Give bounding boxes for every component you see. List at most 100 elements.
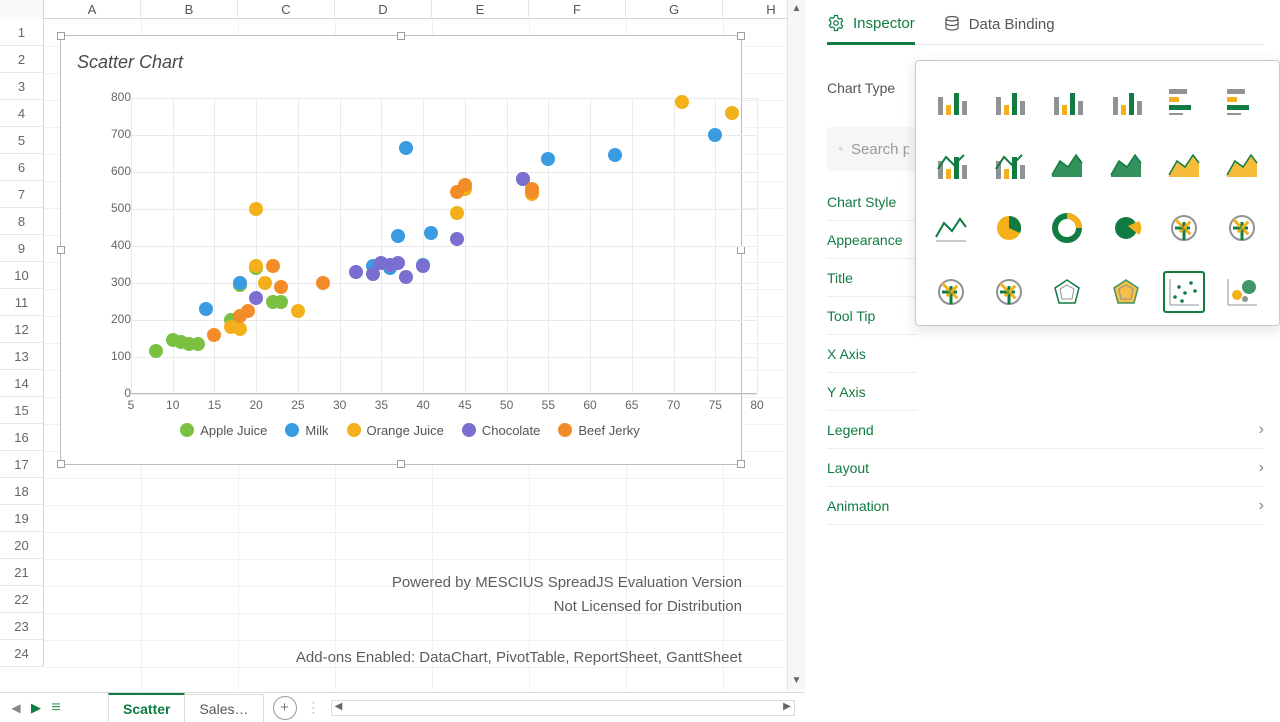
- chart-type-option-area[interactable]: [1046, 143, 1088, 185]
- legend-label[interactable]: Orange Juice: [367, 423, 444, 438]
- row-header-4[interactable]: 4: [0, 100, 44, 127]
- data-point[interactable]: [207, 328, 221, 342]
- hscroll-left-icon[interactable]: ◀: [332, 701, 346, 715]
- row-header-9[interactable]: 9: [0, 235, 44, 262]
- data-point[interactable]: [191, 337, 205, 351]
- horizontal-scrollbar[interactable]: ◀ ▶: [331, 700, 796, 716]
- hscroll-right-icon[interactable]: ▶: [780, 701, 794, 715]
- data-point[interactable]: [391, 229, 405, 243]
- resize-handle-ne[interactable]: [737, 32, 745, 40]
- accordion-animation[interactable]: Animation›: [827, 487, 1264, 525]
- chart-title[interactable]: Scatter Chart: [77, 52, 183, 73]
- tab-next-icon[interactable]: ▶: [26, 700, 46, 716]
- scroll-up-icon[interactable]: ▲: [788, 0, 805, 18]
- chart-type-option-area-filled[interactable]: [1163, 143, 1205, 185]
- column-header-G[interactable]: G: [626, 0, 723, 19]
- data-point[interactable]: [274, 280, 288, 294]
- data-point[interactable]: [258, 276, 272, 290]
- data-point[interactable]: [316, 276, 330, 290]
- column-header-D[interactable]: D: [335, 0, 432, 19]
- data-point[interactable]: [249, 291, 263, 305]
- legend-label[interactable]: Apple Juice: [200, 423, 267, 438]
- data-point[interactable]: [274, 295, 288, 309]
- data-point[interactable]: [241, 304, 255, 318]
- row-header-22[interactable]: 22: [0, 586, 44, 613]
- data-point[interactable]: [708, 128, 722, 142]
- data-point[interactable]: [608, 148, 622, 162]
- data-point[interactable]: [450, 232, 464, 246]
- data-point[interactable]: [391, 256, 405, 270]
- row-header-14[interactable]: 14: [0, 370, 44, 397]
- tab-data-binding[interactable]: Data Binding: [943, 14, 1055, 44]
- data-point[interactable]: [450, 206, 464, 220]
- prop-section-title[interactable]: Title: [827, 259, 917, 297]
- data-point[interactable]: [675, 95, 689, 109]
- chart-type-option-bar-stacked[interactable]: [1221, 79, 1263, 121]
- chart-type-option-pie-exploded[interactable]: [1105, 207, 1147, 249]
- chart-type-option-bar-clustered[interactable]: [1163, 79, 1205, 121]
- chart-type-option-combo-2[interactable]: [988, 143, 1030, 185]
- tab-list-icon[interactable]: ≡: [46, 699, 66, 717]
- chart-type-option-column-100[interactable]: [1046, 79, 1088, 121]
- chart-type-option-bubble[interactable]: [1221, 271, 1263, 313]
- legend-label[interactable]: Chocolate: [482, 423, 541, 438]
- add-sheet-button[interactable]: +: [273, 696, 297, 720]
- chart-type-option-rose[interactable]: [1221, 207, 1263, 249]
- chart-type-option-sunburst-like[interactable]: [1163, 207, 1205, 249]
- column-header-H[interactable]: H: [723, 0, 820, 19]
- data-point[interactable]: [725, 106, 739, 120]
- chart-type-option-area-stacked[interactable]: [1105, 143, 1147, 185]
- chart-type-option-stacked-column[interactable]: [988, 79, 1030, 121]
- data-point[interactable]: [416, 259, 430, 273]
- data-point[interactable]: [149, 344, 163, 358]
- column-header-B[interactable]: B: [141, 0, 238, 19]
- chart-type-option-scatter[interactable]: [1163, 271, 1205, 313]
- accordion-legend[interactable]: Legend›: [827, 411, 1264, 449]
- data-point[interactable]: [266, 259, 280, 273]
- data-point[interactable]: [525, 185, 539, 199]
- search-input[interactable]: [851, 141, 909, 158]
- legend-label[interactable]: Milk: [305, 423, 328, 438]
- data-point[interactable]: [199, 302, 213, 316]
- row-header-18[interactable]: 18: [0, 478, 44, 505]
- data-point[interactable]: [541, 152, 555, 166]
- scroll-down-icon[interactable]: ▼: [788, 672, 805, 690]
- row-header-16[interactable]: 16: [0, 424, 44, 451]
- resize-handle-n[interactable]: [397, 32, 405, 40]
- prop-section-tool-tip[interactable]: Tool Tip: [827, 297, 917, 335]
- data-point[interactable]: [349, 265, 363, 279]
- row-header-19[interactable]: 19: [0, 505, 44, 532]
- data-point[interactable]: [458, 178, 472, 192]
- resize-handle-s[interactable]: [397, 460, 405, 468]
- column-header-E[interactable]: E: [432, 0, 529, 19]
- data-point[interactable]: [424, 226, 438, 240]
- prop-section-appearance[interactable]: Appearance: [827, 221, 917, 259]
- row-header-5[interactable]: 5: [0, 127, 44, 154]
- tab-drag-handle[interactable]: ⋮: [307, 699, 321, 716]
- data-point[interactable]: [249, 259, 263, 273]
- chart-type-option-line[interactable]: [930, 207, 972, 249]
- data-point[interactable]: [233, 322, 247, 336]
- sheet-corner[interactable]: [0, 0, 44, 19]
- tab-inspector[interactable]: Inspector: [827, 14, 915, 45]
- resize-handle-se[interactable]: [737, 460, 745, 468]
- data-point[interactable]: [399, 270, 413, 284]
- row-header-11[interactable]: 11: [0, 289, 44, 316]
- row-header-2[interactable]: 2: [0, 46, 44, 73]
- row-header-24[interactable]: 24: [0, 640, 44, 667]
- resize-handle-sw[interactable]: [57, 460, 65, 468]
- property-search[interactable]: [827, 127, 921, 171]
- row-header-21[interactable]: 21: [0, 559, 44, 586]
- chart-plot-area[interactable]: 0100200300400500600700800510152025303540…: [131, 98, 757, 394]
- prop-section-chart-style[interactable]: Chart Style: [827, 183, 917, 221]
- row-header-23[interactable]: 23: [0, 613, 44, 640]
- accordion-layout[interactable]: Layout›: [827, 449, 1264, 487]
- data-point[interactable]: [249, 202, 263, 216]
- sheet-tab-scatter[interactable]: Scatter: [108, 693, 185, 722]
- row-header-10[interactable]: 10: [0, 262, 44, 289]
- chart-type-option-radial-2[interactable]: [988, 271, 1030, 313]
- vertical-scrollbar[interactable]: ▲ ▼: [787, 0, 805, 690]
- row-header-7[interactable]: 7: [0, 181, 44, 208]
- row-header-17[interactable]: 17: [0, 451, 44, 478]
- prop-section-y-axis[interactable]: Y Axis: [827, 373, 917, 411]
